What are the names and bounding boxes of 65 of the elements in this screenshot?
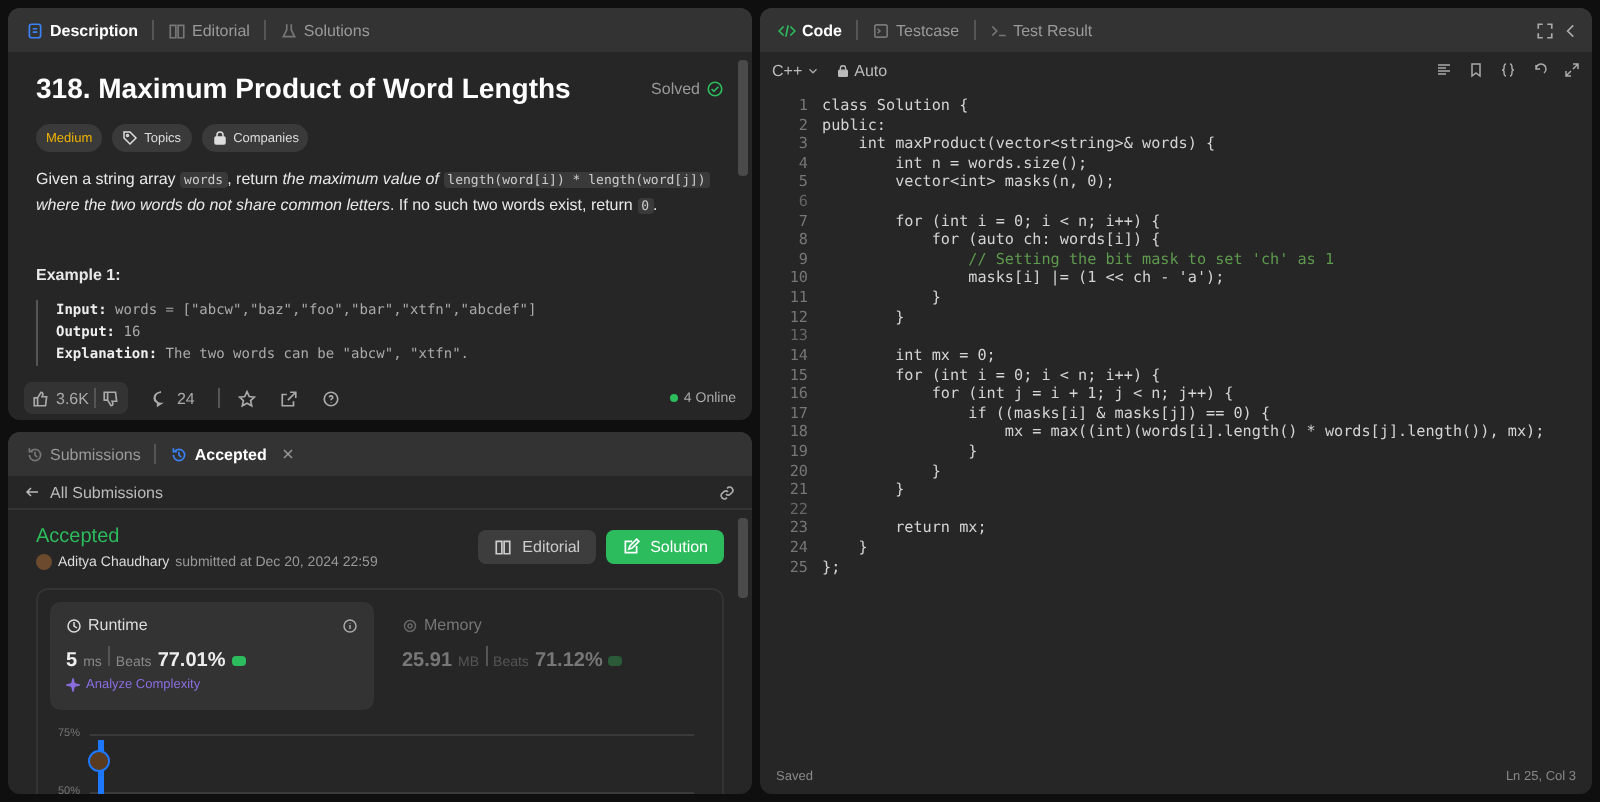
thumbs-up-icon[interactable] [32, 389, 50, 407]
panel-tab[interactable]: Submissions [20, 441, 147, 467]
example-heading: Example 1: [36, 266, 123, 284]
lock-icon [211, 130, 228, 146]
metric-value: 25.91 [402, 650, 453, 672]
link-icon[interactable] [718, 483, 736, 501]
codeic-icon [778, 21, 796, 39]
book-icon [494, 538, 513, 556]
like-count: 3.6K [56, 389, 89, 407]
submission-avatar-marker[interactable] [88, 750, 110, 772]
panel-tab[interactable]: Testcase [866, 17, 966, 43]
problem-title: 318. Maximum Product of Word Lengths [36, 72, 571, 104]
vote-group[interactable]: 3.6K [24, 382, 129, 414]
sparkle-icon [66, 678, 80, 692]
back-arrow-icon [24, 484, 40, 500]
bookmark-icon[interactable] [1468, 62, 1484, 78]
thumbs-down-icon[interactable] [102, 389, 121, 407]
panel-tab[interactable]: Test Result [983, 17, 1099, 43]
comments-button[interactable]: 24 [140, 387, 207, 409]
panel-tab[interactable]: Solutions [273, 17, 376, 43]
close-icon[interactable] [280, 446, 297, 462]
online-dot [669, 394, 678, 402]
doc-icon [26, 21, 44, 39]
solved-status: Solved [651, 79, 700, 97]
scroll-bar[interactable] [738, 60, 748, 176]
language-select[interactable]: C++ [772, 61, 821, 79]
format-icon[interactable] [1436, 62, 1452, 78]
clock-icon [66, 617, 82, 633]
scroll-bar[interactable] [738, 518, 748, 598]
beats-icon [608, 656, 623, 666]
all-submissions-link[interactable]: All Submissions [24, 483, 163, 501]
term-icon [989, 21, 1008, 39]
expand-icon[interactable] [1564, 62, 1580, 78]
star-icon[interactable] [238, 389, 257, 407]
edit-icon [622, 538, 641, 556]
help-icon[interactable] [322, 389, 341, 407]
lock-icon [836, 63, 851, 77]
metric-value: 5 [66, 650, 78, 672]
info-icon[interactable] [342, 617, 358, 633]
beats-percent: 77.01% [157, 650, 226, 672]
editorial-button[interactable]: Editorial [478, 530, 597, 564]
panel-tab[interactable]: Description [20, 17, 145, 43]
check-icon [706, 79, 724, 97]
braces-icon[interactable] [1500, 62, 1516, 78]
author-avatar [36, 554, 52, 570]
metric-title: Runtime [88, 616, 148, 634]
history-icon [26, 445, 44, 463]
tag-icon [122, 130, 139, 146]
panel-tab[interactable]: Code [772, 17, 848, 43]
beats-percent: 71.12% [534, 650, 603, 672]
box-icon [872, 21, 890, 39]
panel-tab[interactable]: Accepted [164, 441, 273, 467]
flask-icon [279, 21, 298, 39]
history-icon [170, 445, 189, 463]
book-icon [168, 21, 187, 39]
metric-title: Memory [424, 616, 482, 634]
auto-mode[interactable]: Auto [836, 61, 888, 79]
submission-result: Accepted [36, 526, 122, 548]
chip-icon [402, 617, 418, 633]
panel-tab[interactable]: Editorial [162, 17, 256, 43]
undo-icon[interactable] [1532, 62, 1548, 78]
fullscreen-icon[interactable] [1536, 21, 1554, 39]
share-icon[interactable] [280, 389, 299, 407]
chevron-down-icon [806, 63, 821, 77]
beats-icon [231, 656, 246, 666]
